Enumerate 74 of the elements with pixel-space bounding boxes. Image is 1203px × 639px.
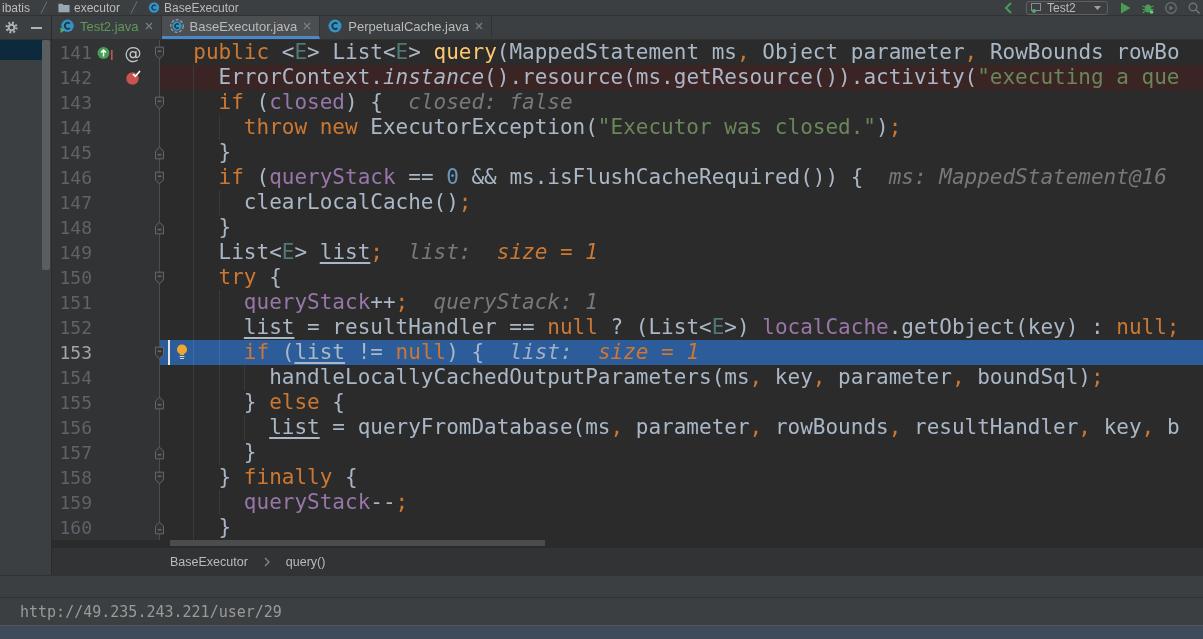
- fold-marker-icon[interactable]: [155, 45, 164, 60]
- class-icon: [60, 19, 74, 33]
- arrow-left-icon[interactable]: [1003, 1, 1015, 14]
- code-line: }: [218, 515, 232, 540]
- class-icon: [148, 2, 161, 13]
- editor-tab[interactable]: BaseExecutor.java: [161, 16, 321, 39]
- fold-marker-icon[interactable]: [155, 470, 164, 485]
- run-icon[interactable]: [1119, 1, 1131, 14]
- fold-marker-icon[interactable]: [155, 270, 164, 285]
- class-icon: [328, 19, 343, 33]
- inline-debug-value: ms: MappedStatement@16: [888, 165, 1167, 190]
- code-line: queryStack++;: [243, 290, 409, 315]
- line-number: 153: [58, 341, 93, 365]
- fold-marker-icon[interactable]: [155, 345, 164, 360]
- code-line: public <E> List<E> query(MappedStatement ms, Object parameter, RowBounds rowBo: [193, 40, 1180, 65]
- inline-debug-value: closed: false: [408, 90, 573, 115]
- class-icon: [169, 19, 184, 33]
- fold-marker-icon[interactable]: [155, 445, 164, 460]
- status-text: http://49.235.243.221/user/29: [20, 602, 282, 621]
- minus-icon[interactable]: [31, 26, 42, 29]
- code-editor[interactable]: [52, 40, 1203, 540]
- code-line: try {: [218, 265, 282, 290]
- run-config-dropdown[interactable]: Test2: [1026, 0, 1108, 15]
- close-icon[interactable]: [303, 22, 312, 30]
- fold-marker-icon[interactable]: [155, 395, 164, 410]
- code-line: } finally {: [218, 465, 358, 490]
- search-icon[interactable]: [1188, 1, 1200, 14]
- fold-marker-icon[interactable]: [155, 145, 164, 160]
- breadcrumb-item[interactable]: query(): [285, 554, 326, 569]
- play-circle-icon[interactable]: [1165, 1, 1177, 14]
- breadcrumb-item[interactable]: BaseExecutor: [170, 554, 248, 569]
- inline-debug-value: list: size = 1: [408, 240, 598, 265]
- close-icon[interactable]: [474, 22, 483, 30]
- caret-icon: [1094, 5, 1101, 10]
- chevron-right-icon: [263, 556, 270, 567]
- folder-icon: [58, 2, 70, 13]
- code-line: clearLocalCache();: [243, 190, 472, 215]
- breadcrumb-item[interactable]: ibatis: [2, 0, 30, 15]
- code-line: }: [218, 215, 232, 240]
- at-sign-marker[interactable]: @: [124, 42, 142, 63]
- breadcrumb-item[interactable]: BaseExecutor: [164, 0, 239, 15]
- breakpoint-icon[interactable]: [125, 70, 141, 85]
- text-cursor: [168, 340, 170, 365]
- code-line: ErrorContext.instance().resource(ms.getResource()).activity("executing a que: [218, 65, 1180, 90]
- code-line: List<E> list;: [218, 240, 383, 265]
- code-line: if (queryStack == 0 && ms.isFlushCacheRequired()) {: [218, 165, 864, 190]
- inline-debug-value: queryStack: 1: [433, 290, 598, 315]
- fold-marker-icon[interactable]: [155, 220, 164, 235]
- code-line: }: [218, 140, 232, 165]
- up-arrow-circle-icon[interactable]: [97, 45, 113, 60]
- inline-debug-value: list: size = 1: [509, 340, 700, 365]
- code-line: handleLocallyCachedOutputParameters(ms, key, parameter, boundSql);: [269, 365, 1104, 390]
- code-line: queryStack--;: [243, 490, 409, 515]
- breadcrumb-item[interactable]: executor: [74, 0, 121, 15]
- slash-separator-icon: [40, 1, 48, 14]
- code-line: } else {: [243, 390, 345, 415]
- slash-separator-icon: [130, 1, 139, 14]
- close-icon[interactable]: [144, 22, 153, 30]
- fold-marker-icon[interactable]: [155, 95, 164, 110]
- code-line: list = resultHandler == null ? (List<E>) localCache.getObject(key) : null;: [243, 315, 1180, 340]
- settings-icon[interactable]: [5, 21, 18, 34]
- code-line: throw new ExecutorException("Executor was closed.");: [243, 115, 902, 140]
- editor-tab[interactable]: Test2.java: [52, 16, 162, 39]
- code-line: if (list != null) {: [243, 340, 485, 365]
- lightbulb-icon[interactable]: [176, 344, 188, 360]
- scrollbar-thumb[interactable]: [170, 540, 545, 546]
- code-line: }: [243, 440, 257, 465]
- fold-marker-icon[interactable]: [155, 170, 164, 185]
- window-icon: [1031, 2, 1042, 13]
- code-line: if (closed) {: [218, 90, 383, 115]
- editor-tab[interactable]: PerpetualCache.java: [320, 16, 492, 39]
- fold-marker-icon[interactable]: [155, 520, 164, 535]
- code-line: list = queryFromDatabase(ms, parameter, rowBounds, resultHandler, key, b: [269, 415, 1180, 440]
- scrollbar-thumb[interactable]: [42, 40, 50, 270]
